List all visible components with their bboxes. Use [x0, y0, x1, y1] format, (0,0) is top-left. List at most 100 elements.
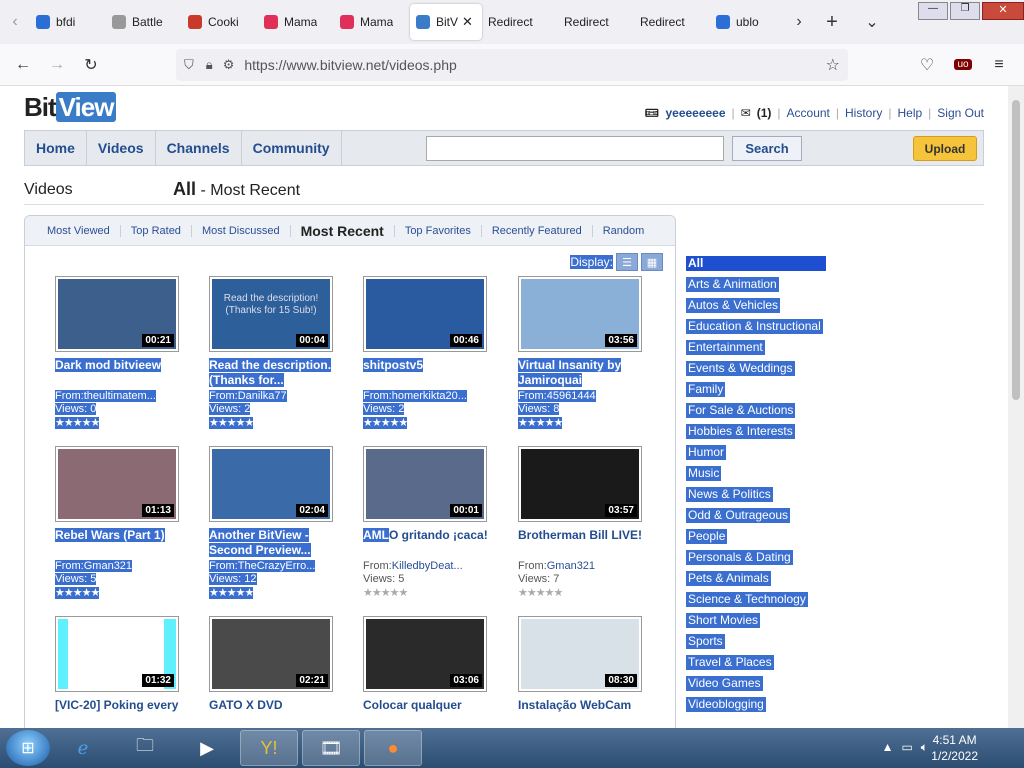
inbox-count[interactable]: (1) — [757, 106, 772, 120]
film-taskbar-icon[interactable]: 🎞︎ — [302, 730, 360, 766]
volume-icon[interactable]: 🔈︎ — [921, 740, 928, 755]
video-title[interactable]: GATO X DVD — [209, 698, 349, 713]
firefox-taskbar-icon[interactable]: ● — [364, 730, 422, 766]
help-link[interactable]: Help — [897, 106, 922, 120]
browser-tab[interactable]: Mama — [334, 4, 410, 40]
video-title[interactable]: Another BitView - Second Preview... — [209, 528, 349, 558]
browser-tab[interactable]: ublo — [710, 4, 786, 40]
video-title[interactable]: Read the description. (Thanks for... — [209, 358, 349, 388]
video-thumbnail[interactable]: 03:06 — [363, 616, 487, 692]
category-link[interactable]: Videoblogging — [686, 697, 766, 712]
video-thumbnail[interactable]: 03:56 — [518, 276, 642, 352]
search-input[interactable] — [426, 136, 724, 161]
video-title[interactable]: shitpostv5 — [363, 358, 503, 373]
close-tab-icon[interactable]: ✕ — [462, 14, 473, 30]
search-button[interactable]: Search — [732, 136, 802, 161]
browser-tab[interactable]: Redirect — [482, 4, 558, 40]
yahoo-taskbar-icon[interactable]: Y! — [240, 730, 298, 766]
video-thumbnail[interactable]: 01:32 — [55, 616, 179, 692]
maximize-window-button[interactable]: ❐ — [950, 2, 980, 20]
video-title[interactable]: Instalação WebCam — [518, 698, 658, 713]
browser-tab[interactable]: Redirect — [634, 4, 710, 40]
permissions-icon[interactable]: ⚙ — [223, 57, 235, 73]
category-link[interactable]: Music — [686, 466, 722, 481]
history-link[interactable]: History — [845, 106, 882, 120]
uploader-link[interactable]: homerkikta20... — [391, 390, 467, 402]
new-tab-icon[interactable]: + — [812, 7, 852, 37]
url-bar[interactable]: ⛉ 🔒︎ ⚙ https://www.bitview.net/videos.ph… — [176, 49, 848, 81]
category-link[interactable]: Family — [686, 382, 726, 397]
category-link[interactable]: Science & Technology — [686, 592, 808, 607]
bitview-logo[interactable]: Bit View — [24, 92, 117, 123]
category-link[interactable]: Events & Weddings — [686, 361, 795, 376]
category-link[interactable]: Entertainment — [686, 340, 765, 355]
video-title[interactable]: Dark mod bitvieew — [55, 358, 195, 373]
video-thumbnail[interactable]: 02:04 — [209, 446, 333, 522]
list-view-icon[interactable]: ☰ — [616, 253, 638, 271]
category-link[interactable]: News & Politics — [686, 487, 773, 502]
category-link[interactable]: People — [686, 529, 728, 544]
browser-tab[interactable]: BitV ✕ — [410, 4, 482, 40]
category-link[interactable]: Education & Instructional — [686, 319, 823, 334]
category-link[interactable]: Hobbies & Interests — [686, 424, 795, 439]
category-link[interactable]: Pets & Animals — [686, 571, 771, 586]
nav-community[interactable]: Community — [242, 131, 342, 165]
category-link[interactable]: Sports — [686, 634, 725, 649]
lock-icon[interactable]: 🔒︎ — [206, 57, 213, 73]
inbox-icon[interactable]: ✉ — [741, 106, 751, 120]
extension-icon-pocket[interactable]: ♡ — [910, 50, 944, 80]
explorer-taskbar-icon[interactable]: 🗀 — [116, 730, 174, 766]
video-title[interactable]: [VIC-20] Poking every — [55, 698, 195, 713]
sort-random[interactable]: Random — [593, 225, 655, 237]
uploader-link[interactable]: Gman321 — [83, 560, 133, 572]
shield-icon[interactable]: ⛉ — [184, 57, 194, 73]
browser-tab[interactable]: bfdi — [30, 4, 106, 40]
tray-arrow-icon[interactable]: ▲ — [882, 740, 894, 755]
sign-out-link[interactable]: Sign Out — [937, 106, 984, 120]
tab-scroll-right-icon[interactable]: › — [786, 7, 812, 37]
ublock-icon[interactable]: uo — [946, 50, 980, 80]
sort-most-recent[interactable]: Most Recent — [291, 224, 395, 238]
sort-most-discussed[interactable]: Most Discussed — [192, 224, 291, 237]
sort-top-rated[interactable]: Top Rated — [121, 224, 192, 237]
video-title[interactable]: AMLO gritando ¡caca! — [363, 528, 503, 543]
category-link[interactable]: Personals & Dating — [686, 550, 793, 565]
back-icon[interactable]: ← — [6, 50, 40, 80]
video-title[interactable]: Brotherman Bill LIVE! — [518, 528, 658, 543]
video-thumbnail[interactable]: 00:46 — [363, 276, 487, 352]
browser-tab[interactable]: Redirect — [558, 4, 634, 40]
url-text[interactable]: https://www.bitview.net/videos.php — [244, 57, 456, 73]
minimize-window-button[interactable]: — — [918, 2, 948, 20]
video-thumbnail[interactable]: 00:21 — [55, 276, 179, 352]
video-title[interactable]: Colocar qualquer — [363, 698, 503, 713]
scrollbar-thumb[interactable] — [1012, 100, 1020, 400]
reload-icon[interactable]: ↻ — [74, 50, 108, 80]
close-window-button[interactable]: ✕ — [982, 2, 1024, 20]
account-link[interactable]: Account — [787, 106, 830, 120]
nav-channels[interactable]: Channels — [156, 131, 242, 165]
uploader-link[interactable]: Danilka77 — [237, 390, 287, 402]
category-link[interactable]: All — [686, 256, 826, 271]
category-link[interactable]: Autos & Vehicles — [686, 298, 781, 313]
forward-icon[interactable]: → — [40, 50, 74, 80]
menu-icon[interactable]: ≡ — [982, 50, 1016, 80]
video-thumbnail[interactable]: 02:21 — [209, 616, 333, 692]
browser-tab[interactable]: Mama — [258, 4, 334, 40]
category-link[interactable]: Arts & Animation — [686, 277, 779, 292]
video-thumbnail[interactable]: 08:30 — [518, 616, 642, 692]
start-button[interactable]: ⊞ — [6, 730, 50, 766]
category-link[interactable]: Short Movies — [686, 613, 761, 628]
video-thumbnail[interactable]: 01:13 — [55, 446, 179, 522]
video-title[interactable]: Virtual Insanity by Jamiroquai — [518, 358, 658, 388]
category-link[interactable]: Travel & Places — [686, 655, 774, 670]
category-link[interactable]: Odd & Outrageous — [686, 508, 791, 523]
nav-home[interactable]: Home — [25, 131, 87, 165]
grid-view-icon[interactable]: ▦ — [641, 253, 663, 271]
tab-list-icon[interactable]: ⌄ — [852, 7, 892, 37]
upload-button[interactable]: Upload — [913, 136, 977, 161]
browser-tab[interactable]: Battle — [106, 4, 182, 40]
category-link[interactable]: For Sale & Auctions — [686, 403, 796, 418]
category-link[interactable]: Video Games — [686, 676, 763, 691]
uploader-link[interactable]: Gman321 — [547, 560, 595, 572]
username-link[interactable]: yeeeeeeee — [665, 106, 725, 120]
